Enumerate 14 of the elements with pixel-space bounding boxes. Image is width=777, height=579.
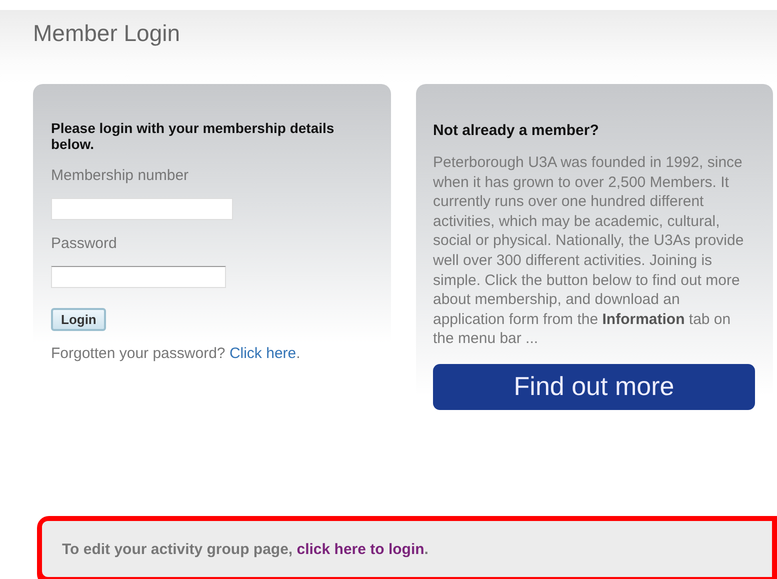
field-label: Membership number [51,167,190,184]
click-here-link[interactable]: Click here [229,345,296,362]
panel-heading: Not already a member? [433,122,600,139]
page-title: Member Login [33,19,182,47]
membership-info-text: Peterborough U3A was founded in 1992, since when it has grown to over 2,500 Members. It currently runs over one hundred different activities, which may be academic, cultural, social or physical. Nationally, the U3As provide well over 300 different activities. Joining is simple. Click the button below to find out more about membership, and download an application form from the Information tab on the menu bar ... [433,153,745,349]
field-label: Password [51,235,118,252]
login-notice: To edit your activity group page, click here to login. [42,521,772,577]
password-field[interactable] [51,266,226,288]
forgot-password-text: Forgotten your password? Click here. [51,345,302,362]
login-button[interactable]: Login [51,308,106,331]
membership-number-field[interactable] [51,198,233,220]
find-out-more-button[interactable]: Find out more [433,364,755,410]
panel-heading: Please login with your membership details below. [51,120,336,152]
login-link[interactable]: click here to login [296,540,424,558]
